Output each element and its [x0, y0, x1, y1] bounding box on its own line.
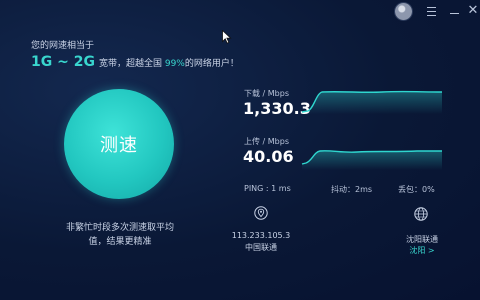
location-pin-icon — [254, 206, 268, 220]
server-city-link[interactable]: 沈阳 > — [409, 246, 434, 255]
download-value: 1,330.3 — [243, 99, 311, 118]
menu-button[interactable] — [421, 2, 441, 20]
test-hint: 非繁忙时段多次测速取平均 值，结果更精准 — [40, 221, 200, 249]
client-ip: 113.233.105.3 — [231, 231, 291, 240]
speed-caption: 您的网速相当于 — [31, 41, 95, 51]
client-isp: 中国联通 — [245, 243, 277, 252]
globe-icon — [414, 207, 428, 221]
minimize-button[interactable] — [444, 2, 464, 20]
menu-icon — [426, 7, 436, 16]
user-avatar[interactable] — [395, 3, 412, 20]
jitter-stat: 抖动：2ms — [331, 185, 373, 194]
close-icon: ✕ — [467, 3, 479, 18]
speed-summary-prefix: 宽带，超越全国 — [98, 59, 162, 69]
speed-percent: 99% — [164, 59, 185, 69]
minimize-icon — [449, 13, 459, 14]
server-select[interactable]: 沈阳 > — [400, 245, 444, 256]
speed-summary-suffix: 的网络用户！ — [184, 59, 239, 69]
test-hint-line2: 值，结果更精准 — [88, 237, 152, 247]
upload-label: 上传 / Mbps — [244, 137, 290, 146]
speed-test-button[interactable]: 测速 — [64, 89, 174, 199]
speed-range: 1G ~ 2G — [31, 54, 95, 70]
server-name: 沈阳联通 — [406, 235, 438, 244]
packet-loss-stat: 丢包：0% — [398, 185, 435, 194]
ping-stat: PING : 1 ms — [244, 184, 291, 193]
mouse-cursor-icon — [222, 30, 232, 44]
close-button[interactable]: ✕ — [463, 2, 480, 20]
speed-summary: 1G ~ 2G 宽带，超越全国 99%的网络用户！ — [31, 54, 239, 70]
upload-value: 40.06 — [243, 147, 294, 166]
test-hint-line1: 非繁忙时段多次测速取平均 — [65, 223, 174, 233]
download-graph — [301, 90, 443, 114]
upload-graph — [301, 150, 442, 170]
download-label: 下载 / Mbps — [244, 89, 290, 98]
